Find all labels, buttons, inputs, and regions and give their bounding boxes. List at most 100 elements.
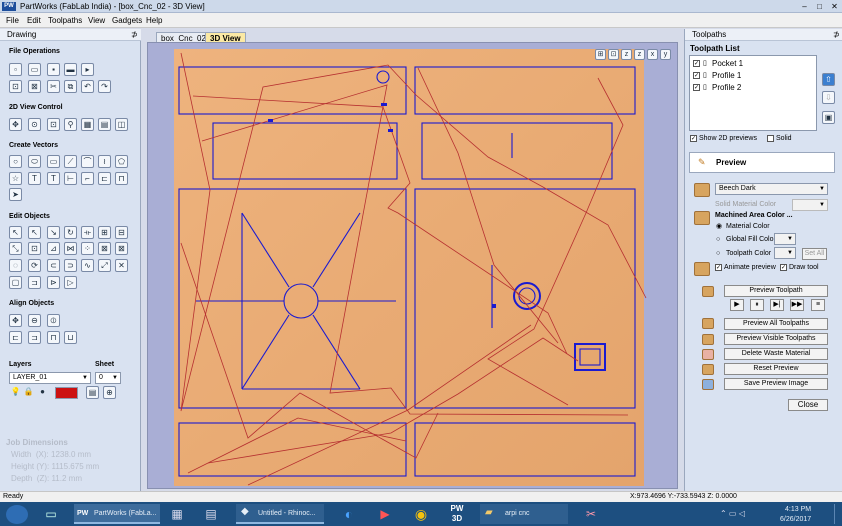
layer-color-picker[interactable]: [55, 387, 78, 399]
close-panel-button[interactable]: Close: [788, 399, 828, 411]
layers-view-icon[interactable]: ▤: [98, 118, 111, 131]
delete-waste-button[interactable]: Delete Waste Material: [724, 348, 828, 360]
menu-gadgets[interactable]: Gadgets: [112, 15, 142, 26]
subtract-icon[interactable]: ⊂: [47, 259, 60, 272]
bounding-box-icon[interactable]: ▢: [9, 276, 22, 289]
close-vector-icon[interactable]: ⊐: [28, 276, 41, 289]
zoom-box-icon[interactable]: ⊡: [47, 118, 60, 131]
select-all-icon[interactable]: ⊠: [115, 242, 128, 255]
job-setup-icon[interactable]: ⊠: [28, 80, 41, 93]
close-window-button[interactable]: ✕: [828, 1, 841, 12]
media-player-icon[interactable]: ▶: [374, 504, 396, 524]
taskbar-item-folder[interactable]: ▰ arpi cnc: [480, 504, 568, 524]
layer-select[interactable]: LAYER_01 ▼: [9, 372, 91, 384]
cut-icon[interactable]: ✂: [47, 80, 60, 93]
taskbar-item-partworks[interactable]: PW PartWorks (FabLa...: [74, 504, 160, 524]
align-top-icon[interactable]: ⊓: [47, 331, 60, 344]
menu-help[interactable]: Help: [146, 15, 162, 26]
taskbar-app-icon[interactable]: ▦: [166, 504, 188, 524]
radio-icon[interactable]: ○: [716, 249, 720, 258]
intersect-icon[interactable]: ⊃: [64, 259, 77, 272]
offset-icon[interactable]: ◌: [9, 259, 22, 272]
toolpath-checkbox[interactable]: ✓: [693, 60, 700, 67]
draw-arrow-icon[interactable]: ➤: [9, 188, 22, 201]
pin-icon[interactable]: ⊅: [833, 29, 840, 41]
tray-icons[interactable]: ⌃ ▭ ◁: [720, 504, 760, 524]
redo-icon[interactable]: ↷: [98, 80, 111, 93]
preview-visible-button[interactable]: Preview Visible Toolpaths: [724, 333, 828, 345]
break-icon[interactable]: ▷: [64, 276, 77, 289]
menu-edit[interactable]: Edit: [27, 15, 41, 26]
fast-forward-icon[interactable]: ▶▶: [790, 299, 804, 311]
open-file-icon[interactable]: ▭: [28, 63, 41, 76]
curve-icon[interactable]: ⌒: [81, 155, 94, 168]
node-edit-icon[interactable]: ↖: [28, 226, 41, 239]
sheet-select[interactable]: 0 ▼: [95, 372, 121, 384]
radio-selected-icon[interactable]: ◉: [716, 222, 722, 231]
preview-toolpath-button[interactable]: Preview Toolpath: [724, 285, 828, 297]
arc-icon[interactable]: ≀: [98, 155, 111, 168]
global-color-picker[interactable]: ▼: [774, 233, 796, 245]
join-icon[interactable]: ⋈: [64, 242, 77, 255]
pause-icon[interactable]: ⏸: [750, 299, 764, 311]
pin-icon[interactable]: ⊅: [131, 29, 138, 41]
layer-color-icon[interactable]: ●: [36, 386, 49, 399]
speed-icon[interactable]: ≡: [811, 299, 825, 311]
set-all-button[interactable]: Set All: [802, 248, 827, 260]
step-forward-icon[interactable]: ▶|: [770, 299, 784, 311]
weld-icon[interactable]: ⟳: [28, 259, 41, 272]
reset-preview-button[interactable]: Reset Preview: [724, 363, 828, 375]
trim-icon[interactable]: ⊓: [115, 172, 128, 185]
mirror-icon[interactable]: ⟛: [81, 226, 94, 239]
align-horizontal-icon[interactable]: ⊖: [28, 314, 41, 327]
save-preview-button[interactable]: Save Preview Image: [724, 378, 828, 390]
menu-view[interactable]: View: [88, 15, 105, 26]
distort-icon[interactable]: ⊿: [47, 242, 60, 255]
circle-icon[interactable]: ○: [9, 155, 22, 168]
view-z-icon[interactable]: z: [621, 49, 632, 60]
play-icon[interactable]: ▶: [730, 299, 744, 311]
align-left-icon[interactable]: ⊏: [9, 331, 22, 344]
align-right-icon[interactable]: ⊐: [28, 331, 41, 344]
toolpath-checkbox[interactable]: ✓: [693, 72, 700, 79]
preview-all-button[interactable]: Preview All Toolpaths: [724, 318, 828, 330]
show-2d-checkbox[interactable]: ✓: [690, 135, 697, 142]
toolpath-checkbox[interactable]: ✓: [693, 84, 700, 91]
smooth-icon[interactable]: ∿: [81, 259, 94, 272]
chrome-icon[interactable]: ◉: [410, 504, 432, 524]
file-explorer-icon[interactable]: ▭: [40, 504, 62, 524]
view-z2-icon[interactable]: z: [634, 49, 645, 60]
cross-icon[interactable]: ✕: [115, 259, 128, 272]
group-icon[interactable]: ⊞: [98, 226, 111, 239]
fillet-icon[interactable]: ⌐: [81, 172, 94, 185]
ungroup-icon[interactable]: ⊟: [115, 226, 128, 239]
line-icon[interactable]: ⟋: [64, 155, 77, 168]
new-file-icon[interactable]: ▫: [9, 63, 22, 76]
taskbar-app-icon[interactable]: ◐: [338, 504, 360, 524]
layer-add-icon[interactable]: ⊕: [103, 386, 116, 399]
animate-checkbox[interactable]: ✓: [715, 264, 722, 271]
toolpath-color-picker[interactable]: ▼: [774, 247, 796, 259]
select-icon[interactable]: ↖: [9, 226, 22, 239]
nest-icon[interactable]: ⊠: [98, 242, 111, 255]
view-iso-icon[interactable]: ⊞: [595, 49, 606, 60]
move-up-icon[interactable]: ⇧: [822, 73, 835, 86]
text-icon[interactable]: T: [28, 172, 41, 185]
maximize-button[interactable]: □: [813, 1, 826, 12]
show-desktop-button[interactable]: [834, 504, 840, 524]
text-on-curve-icon[interactable]: T: [47, 172, 60, 185]
zoom-extents-icon[interactable]: ⊙: [28, 118, 41, 131]
move-down-icon[interactable]: ⇩: [822, 91, 835, 104]
solid-checkbox[interactable]: [767, 135, 774, 142]
taskbar-app-icon[interactable]: ▤: [200, 504, 222, 524]
lightbulb-icon[interactable]: 💡: [9, 386, 22, 399]
move-icon[interactable]: ↘: [47, 226, 60, 239]
view-x-icon[interactable]: x: [647, 49, 658, 60]
dogbone-icon[interactable]: ⊏: [98, 172, 111, 185]
undo-icon[interactable]: ↶: [81, 80, 94, 93]
ellipse-icon[interactable]: ⬭: [28, 155, 41, 168]
minimize-button[interactable]: –: [798, 1, 811, 12]
3d-viewport[interactable]: ⊞ ⊡ z z x y: [147, 42, 678, 489]
pw3d-icon[interactable]: PW 3D: [446, 504, 468, 524]
zoom-icon[interactable]: ⚲: [64, 118, 77, 131]
